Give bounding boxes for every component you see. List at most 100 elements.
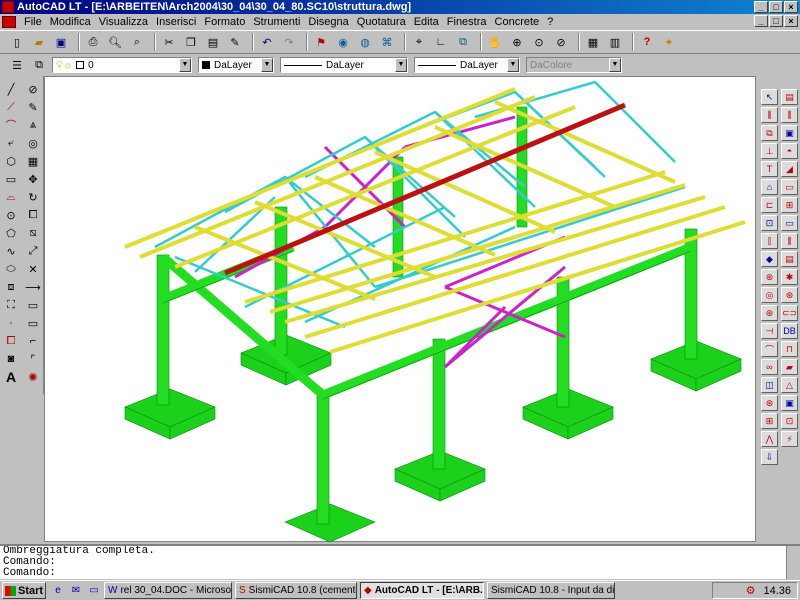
tool-support-icon[interactable]: ⊛ xyxy=(781,287,798,303)
tool-hammer-icon[interactable]: ⊣ xyxy=(761,323,778,339)
mtext-icon[interactable]: A xyxy=(0,368,22,386)
offset-icon[interactable]: ▦ xyxy=(22,152,44,170)
tool-number-icon[interactable]: ▤ xyxy=(781,89,798,105)
polyline-icon[interactable]: ⟋ xyxy=(0,98,22,116)
chevron-down-icon[interactable]: ▼ xyxy=(179,58,191,72)
region-tool-icon[interactable]: ◙ xyxy=(0,350,22,368)
undo-icon[interactable]: ↶ xyxy=(258,33,276,51)
tool-lock-icon[interactable]: ⊓ xyxy=(781,341,798,357)
doc-minimize-button[interactable]: _ xyxy=(754,15,768,27)
fillet-icon[interactable]: ⌜ xyxy=(22,350,44,368)
menu-strumenti[interactable]: Strumenti xyxy=(249,16,304,28)
arc-icon[interactable]: ⌒ xyxy=(0,116,22,134)
zoom-window-icon[interactable]: ⊙ xyxy=(530,33,548,51)
chamfer-icon[interactable]: ⌐ xyxy=(22,332,44,350)
tool-grid-icon[interactable]: ⊞ xyxy=(781,197,798,213)
scale-icon[interactable]: ⧠ xyxy=(22,206,44,224)
circle-icon[interactable]: ⊘ xyxy=(22,80,44,98)
menu-file[interactable]: File xyxy=(20,16,46,28)
tool-slope-icon[interactable]: ◢ xyxy=(781,161,798,177)
redo-icon[interactable]: ↷ xyxy=(280,33,298,51)
menu-modifica[interactable]: Modifica xyxy=(46,16,95,28)
tool-frame-icon[interactable]: ◫ xyxy=(761,377,778,393)
ellipse-tool-icon[interactable]: ⬭ xyxy=(0,260,22,278)
close-button[interactable]: × xyxy=(784,1,798,13)
tool-rect-icon[interactable]: ▭ xyxy=(781,215,798,231)
line-icon[interactable]: ╱ xyxy=(0,80,22,98)
tool-bolt-icon[interactable]: ⚡︎ xyxy=(781,431,798,447)
paste-icon[interactable]: ▤ xyxy=(204,33,222,51)
new-icon[interactable]: ▯ xyxy=(8,33,26,51)
command-prompt[interactable]: Comando: xyxy=(3,568,800,579)
menu-concrete[interactable]: Concrete xyxy=(491,16,544,28)
tool-curve-icon[interactable]: ⌒ xyxy=(761,341,778,357)
layers-icon[interactable]: ▥ xyxy=(606,33,624,51)
task-sismicad-1[interactable]: S SismiCAD 10.8 (cemento a... xyxy=(235,582,357,599)
break-icon[interactable]: ▭ xyxy=(22,296,44,314)
tool-scale-icon[interactable]: ⊡ xyxy=(781,413,798,429)
tool-export-icon[interactable]: ⇩ xyxy=(761,449,778,465)
ellipse-icon[interactable]: ▭ xyxy=(0,170,22,188)
tool-tee-icon[interactable]: T xyxy=(761,161,778,177)
open-icon[interactable]: ▰ xyxy=(30,33,48,51)
chevron-down-icon[interactable]: ▼ xyxy=(395,58,407,72)
region-icon[interactable]: ⬠ xyxy=(0,224,22,242)
tool-glasses-icon[interactable]: ∞ xyxy=(761,359,778,375)
task-autocad[interactable]: ◆ AutoCAD LT - [E:\ARB... xyxy=(360,582,484,599)
linetype-dropdown[interactable]: DaLayer ▼ xyxy=(280,57,408,73)
tool-chain-icon[interactable]: ⊂⊃ xyxy=(781,305,798,321)
cut-icon[interactable]: ✂ xyxy=(160,33,178,51)
point-icon[interactable]: · xyxy=(0,314,22,332)
trim-icon[interactable]: ✕ xyxy=(22,260,44,278)
tool-calc-icon[interactable]: ⊛ xyxy=(761,395,778,411)
start-button[interactable]: Start xyxy=(2,582,46,599)
tray-icons[interactable]: ⚙ xyxy=(746,584,756,597)
tool-column-icon[interactable]: ⫼ xyxy=(761,107,778,123)
save-icon[interactable]: ▣ xyxy=(52,33,70,51)
tool-panel-icon[interactable]: ▤ xyxy=(781,251,798,267)
menu-finestra[interactable]: Finestra xyxy=(443,16,491,28)
maximize-button[interactable]: □ xyxy=(769,1,783,13)
tool-section-icon[interactable]: ⊏ xyxy=(761,197,778,213)
command-window[interactable]: Ombreggiatura completa. Comando: Comando… xyxy=(0,544,800,579)
network-icon[interactable]: ⌘ xyxy=(378,33,396,51)
tool-disk-icon[interactable]: ▣ xyxy=(781,395,798,411)
help-icon[interactable]: ? xyxy=(638,33,656,51)
design-center-icon[interactable]: ◉ xyxy=(334,33,352,51)
layer-manager-icon[interactable]: ☰ xyxy=(8,56,26,74)
aerial-view-icon[interactable]: ⧉ xyxy=(454,33,472,51)
print-preview-icon[interactable]: 🔍︎ xyxy=(106,33,124,51)
task-sismicad-2[interactable]: SismiCAD 10.8 - Input da dise... xyxy=(487,582,615,599)
tool-folder-icon[interactable]: ▰ xyxy=(781,359,798,375)
menu-help[interactable]: ? xyxy=(543,16,557,28)
browser-icon[interactable]: ◍ xyxy=(356,33,374,51)
explode-icon[interactable]: ✺ xyxy=(22,368,44,386)
tool-plate-icon[interactable]: ▣ xyxy=(781,125,798,141)
tool-arrow-icon[interactable]: ↖ xyxy=(761,89,778,105)
tool-link-icon[interactable]: ⫿ xyxy=(761,233,778,249)
rectangle-icon[interactable]: ⤶ xyxy=(0,134,22,152)
tool-dome-icon[interactable]: ◓ xyxy=(781,143,798,159)
tool-wall-icon[interactable]: ⫼ xyxy=(781,107,798,123)
tool-column2-icon[interactable]: ⫼ xyxy=(781,233,798,249)
block-icon[interactable]: ⊙ xyxy=(0,206,22,224)
tool-node-icon[interactable]: ⊡ xyxy=(761,215,778,231)
tool-house-icon[interactable]: ⌂ xyxy=(761,179,778,195)
mirror-icon[interactable]: ◎ xyxy=(22,134,44,152)
rotate-icon[interactable]: ↻ xyxy=(22,188,44,206)
snap-icon[interactable]: ⌖ xyxy=(410,33,428,51)
move-icon[interactable]: ✥ xyxy=(22,170,44,188)
tool-grid2-icon[interactable]: ⊞ xyxy=(761,413,778,429)
menu-formato[interactable]: Formato xyxy=(200,16,249,28)
spline-curve-icon[interactable]: ∿ xyxy=(0,242,22,260)
tool-triangle-icon[interactable]: △ xyxy=(781,377,798,393)
pan-icon[interactable]: ✋ xyxy=(486,33,504,51)
copy-object-icon[interactable]: ⩓ xyxy=(22,116,44,134)
stretch-icon[interactable]: ⧅ xyxy=(22,224,44,242)
break-point-icon[interactable]: ▭ xyxy=(22,314,44,332)
insert-block-icon[interactable]: ⧈ xyxy=(0,278,22,296)
tool-zigzag-icon[interactable]: ⋀ xyxy=(761,431,778,447)
drawing-canvas[interactable] xyxy=(44,76,756,543)
match-properties-icon[interactable]: ✎ xyxy=(226,33,244,51)
make-block-icon[interactable]: ⛶ xyxy=(0,296,22,314)
